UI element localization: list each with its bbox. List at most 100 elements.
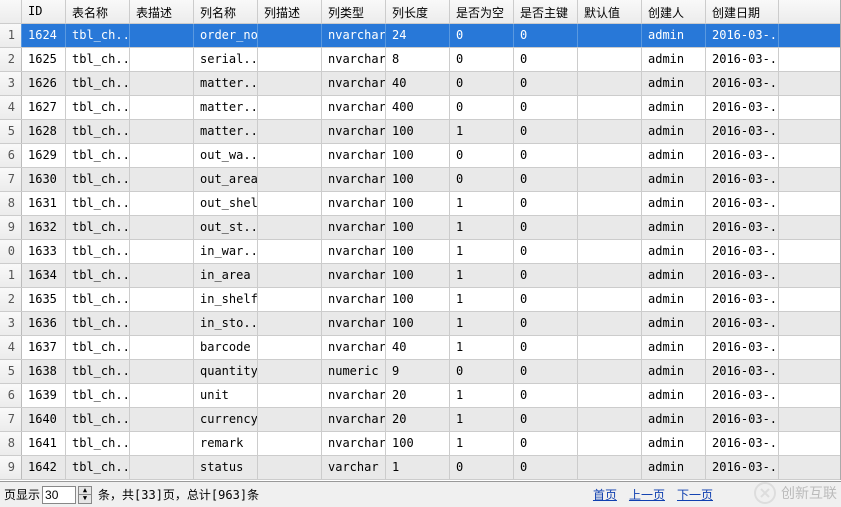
rownum-cell: 5 <box>0 120 22 143</box>
creator-cell: admin <box>642 312 706 335</box>
default-cell <box>578 384 642 407</box>
pk-cell: 0 <box>514 96 578 119</box>
cdate-cell: 2016-03-... <box>706 192 779 215</box>
table-desc-cell <box>130 432 194 455</box>
nullable-cell: 1 <box>450 312 514 335</box>
col-type-cell: nvarchar <box>322 336 386 359</box>
spinner-down-icon[interactable]: ▼ <box>78 495 92 504</box>
nav-next-link[interactable]: 下一页 <box>673 486 717 503</box>
nav-prev-link[interactable]: 上一页 <box>625 486 669 503</box>
table-desc-cell <box>130 312 194 335</box>
creator-cell: admin <box>642 360 706 383</box>
table-row[interactable]: 01633tbl_ch...in_war...nvarchar10010admi… <box>0 240 840 264</box>
col-name-cell: in_shelf <box>194 288 258 311</box>
col-name-cell: in_war... <box>194 240 258 263</box>
col-name-cell: quantity <box>194 360 258 383</box>
rownum-cell: 2 <box>0 48 22 71</box>
default-cell <box>578 312 642 335</box>
nullable-cell: 1 <box>450 216 514 239</box>
table-row[interactable]: 11624tbl_ch...order_nonvarchar2400admin2… <box>0 24 840 48</box>
rownum-cell: 1 <box>0 264 22 287</box>
rownum-cell: 9 <box>0 216 22 239</box>
col-name-cell: out_st... <box>194 216 258 239</box>
table-desc-cell <box>130 360 194 383</box>
table-row[interactable]: 41627tbl_ch...matter...nvarchar40000admi… <box>0 96 840 120</box>
pk-cell: 0 <box>514 192 578 215</box>
table-row[interactable]: 51628tbl_ch...matter...nvarchar10010admi… <box>0 120 840 144</box>
table-name-cell: tbl_ch... <box>66 360 130 383</box>
col-name-cell: out_shelf <box>194 192 258 215</box>
default-cell <box>578 264 642 287</box>
header-col-len[interactable]: 列长度 <box>386 0 450 23</box>
header-col-desc[interactable]: 列描述 <box>258 0 322 23</box>
id-cell: 1636 <box>22 312 66 335</box>
table-row[interactable]: 21625tbl_ch...serial...nvarchar800admin2… <box>0 48 840 72</box>
table-row[interactable]: 51638tbl_ch...quantitynumeric900admin201… <box>0 360 840 384</box>
header-id[interactable]: ID <box>22 0 66 23</box>
header-pk[interactable]: 是否主键 <box>514 0 578 23</box>
rownum-cell: 6 <box>0 384 22 407</box>
col-desc-cell <box>258 288 322 311</box>
header-rownum[interactable] <box>0 0 22 23</box>
header-nullable[interactable]: 是否为空 <box>450 0 514 23</box>
header-col-type[interactable]: 列类型 <box>322 0 386 23</box>
table-desc-cell <box>130 48 194 71</box>
id-cell: 1631 <box>22 192 66 215</box>
pk-cell: 0 <box>514 48 578 71</box>
table-row[interactable]: 31626tbl_ch...matter...nvarchar4000admin… <box>0 72 840 96</box>
table-row[interactable]: 41637tbl_ch...barcodenvarchar4010admin20… <box>0 336 840 360</box>
header-table-desc[interactable]: 表描述 <box>130 0 194 23</box>
col-len-cell: 100 <box>386 216 450 239</box>
table-desc-cell <box>130 216 194 239</box>
header-creator[interactable]: 创建人 <box>642 0 706 23</box>
default-cell <box>578 336 642 359</box>
table-row[interactable]: 91632tbl_ch...out_st...nvarchar10010admi… <box>0 216 840 240</box>
nullable-cell: 1 <box>450 264 514 287</box>
table-row[interactable]: 61629tbl_ch...out_wa...nvarchar10000admi… <box>0 144 840 168</box>
table-row[interactable]: 81631tbl_ch...out_shelfnvarchar10010admi… <box>0 192 840 216</box>
col-name-cell: remark <box>194 432 258 455</box>
pk-cell: 0 <box>514 432 578 455</box>
header-table-name[interactable]: 表名称 <box>66 0 130 23</box>
col-name-cell: status <box>194 456 258 479</box>
per-page-input[interactable] <box>42 486 76 504</box>
col-type-cell: nvarchar <box>322 288 386 311</box>
table-row[interactable]: 61639tbl_ch...unitnvarchar2010admin2016-… <box>0 384 840 408</box>
col-len-cell: 100 <box>386 240 450 263</box>
table-name-cell: tbl_ch... <box>66 168 130 191</box>
header-col-name[interactable]: 列名称 <box>194 0 258 23</box>
creator-cell: admin <box>642 168 706 191</box>
pk-cell: 0 <box>514 288 578 311</box>
nav-first-link[interactable]: 首页 <box>589 486 621 503</box>
col-type-cell: varchar <box>322 456 386 479</box>
header-default[interactable]: 默认值 <box>578 0 642 23</box>
col-len-cell: 100 <box>386 432 450 455</box>
pager-nav: 首页 上一页 下一页 <box>589 486 717 503</box>
table-row[interactable]: 71630tbl_ch...out_areanvarchar10000admin… <box>0 168 840 192</box>
default-cell <box>578 360 642 383</box>
table-row[interactable]: 81641tbl_ch...remarknvarchar10010admin20… <box>0 432 840 456</box>
nullable-cell: 0 <box>450 48 514 71</box>
col-len-cell: 400 <box>386 96 450 119</box>
col-len-cell: 100 <box>386 312 450 335</box>
header-cdate[interactable]: 创建日期 <box>706 0 779 23</box>
cdate-cell: 2016-03-... <box>706 72 779 95</box>
table-name-cell: tbl_ch... <box>66 144 130 167</box>
table-desc-cell <box>130 288 194 311</box>
data-grid[interactable]: ID 表名称 表描述 列名称 列描述 列类型 列长度 是否为空 是否主键 默认值… <box>0 0 841 480</box>
table-name-cell: tbl_ch... <box>66 48 130 71</box>
table-row[interactable]: 31636tbl_ch...in_sto...nvarchar10010admi… <box>0 312 840 336</box>
grid-body: 11624tbl_ch...order_nonvarchar2400admin2… <box>0 24 840 480</box>
col-type-cell: nvarchar <box>322 264 386 287</box>
rownum-cell: 7 <box>0 408 22 431</box>
col-name-cell: unit <box>194 384 258 407</box>
table-row[interactable]: 11634tbl_ch...in_areanvarchar10010admin2… <box>0 264 840 288</box>
table-row[interactable]: 91642tbl_ch...statusvarchar100admin2016-… <box>0 456 840 480</box>
table-row[interactable]: 21635tbl_ch...in_shelfnvarchar10010admin… <box>0 288 840 312</box>
id-cell: 1640 <box>22 408 66 431</box>
col-len-cell: 1 <box>386 456 450 479</box>
pk-cell: 0 <box>514 360 578 383</box>
pk-cell: 0 <box>514 144 578 167</box>
table-row[interactable]: 71640tbl_ch...currencynvarchar2010admin2… <box>0 408 840 432</box>
creator-cell: admin <box>642 336 706 359</box>
